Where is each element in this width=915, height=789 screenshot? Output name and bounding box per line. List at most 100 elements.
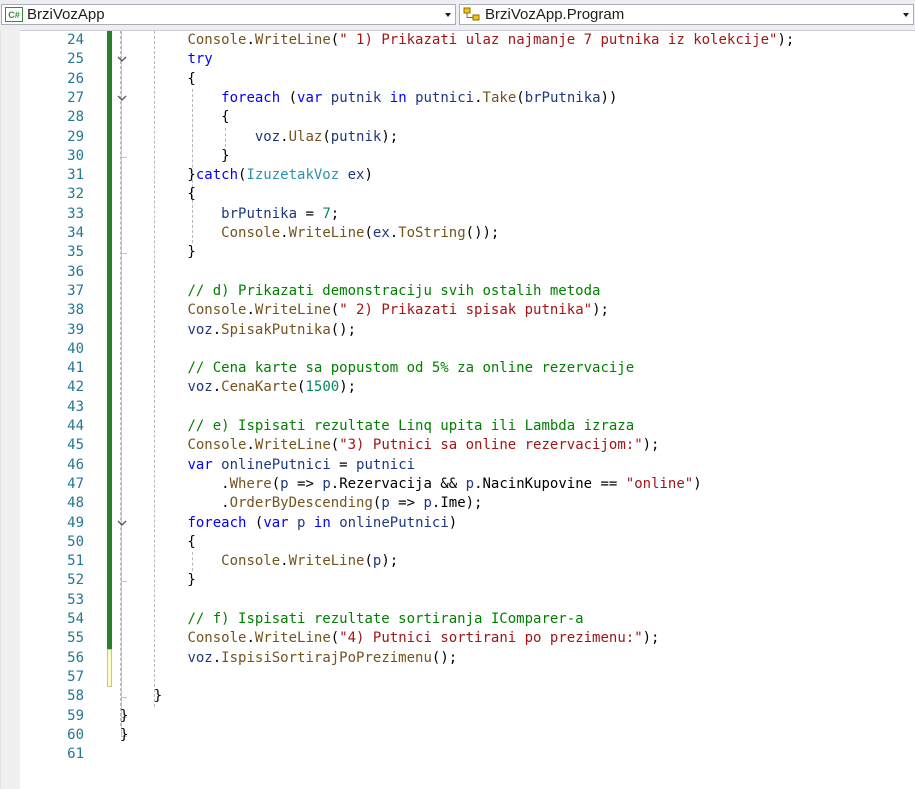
code-text: ) — [693, 475, 702, 492]
code-text: { — [120, 185, 195, 204]
code-text: { — [120, 533, 196, 550]
code-line[interactable]: 61 — [20, 745, 915, 764]
code-line[interactable]: 38 Console.WriteLine(" 2) Prikazati spis… — [20, 301, 915, 320]
string-literal: " 2) Prikazati spisak putnika" — [339, 302, 593, 319]
code-text: voz.Ulaz(putnik); — [120, 128, 398, 147]
code-line[interactable]: 26 { — [20, 70, 915, 89]
code-editor[interactable]: 24 Console.WriteLine(" 1) Prikazati ulaz… — [20, 30, 915, 789]
code-text: ( — [330, 437, 340, 454]
code-text: var onlinePutnici = putnici — [120, 456, 415, 475]
code-line[interactable]: 39 voz.SpisakPutnika(); — [20, 321, 915, 340]
method-name: SpisakPutnika — [221, 321, 331, 338]
code-text: } — [120, 147, 230, 164]
code-line[interactable]: 28 { — [20, 108, 915, 127]
code-line[interactable]: 51 Console.WriteLine(p); — [20, 552, 915, 571]
code-line[interactable]: 33 brPutnika = 7; — [20, 205, 915, 224]
code-line[interactable]: 53 — [20, 591, 915, 610]
code-text: .Rezervacija && — [330, 475, 466, 492]
code-text: => — [389, 495, 424, 512]
code-line[interactable]: 46 var onlinePutnici = putnici — [20, 456, 915, 475]
method-name: ToString — [398, 225, 466, 241]
code-line[interactable]: 47 .Where(p => p.Rezervacija && p.NacinK… — [20, 475, 915, 494]
code-text: . — [474, 89, 483, 106]
code-line[interactable]: 34 Console.WriteLine(ex.ToString()); — [20, 224, 915, 243]
code-line[interactable]: 59} — [20, 707, 915, 726]
code-text: . — [246, 630, 255, 647]
code-line[interactable]: 44 // e) Ispisati rezultate Linq upita i… — [20, 417, 915, 436]
line-number: 55 — [67, 630, 84, 647]
code-line[interactable]: 35 } — [20, 243, 915, 262]
keyword: var — [187, 456, 213, 473]
code-line[interactable]: 37 // d) Prikazati demonstraciju svih os… — [20, 282, 915, 301]
code-text: ( — [364, 225, 373, 241]
code-line[interactable]: 48 .OrderByDescending(p => p.Ime); — [20, 494, 915, 513]
identifier: voz — [187, 321, 213, 338]
code-line[interactable]: 24 Console.WriteLine(" 1) Prikazati ulaz… — [20, 31, 915, 50]
keyword: catch — [195, 167, 239, 184]
code-line[interactable]: 56 voz.IspisiSortirajPoPrezimenu(); — [20, 649, 915, 668]
line-number: 33 — [67, 205, 84, 222]
code-text: ); — [777, 32, 795, 48]
code-line[interactable]: 52 } — [20, 571, 915, 590]
code-text: ( — [330, 630, 340, 647]
code-line[interactable]: 27 foreach (var putnik in putnici.Take(b… — [20, 89, 915, 108]
code-line[interactable]: 57 — [20, 668, 915, 687]
method-name: Where — [229, 475, 272, 492]
code-line[interactable]: 49 foreach (var p in onlinePutnici) — [20, 514, 915, 533]
code-line[interactable]: 32 { — [20, 185, 915, 204]
code-text: .Ime); — [431, 495, 483, 512]
line-number: 60 — [67, 726, 84, 743]
code-line[interactable]: 25 try — [20, 50, 915, 69]
code-line[interactable]: 43 — [20, 398, 915, 417]
code-text: = — [297, 205, 323, 222]
code-text: voz.IspisiSortirajPoPrezimenu(); — [120, 649, 457, 668]
code-line[interactable]: 30 } — [20, 147, 915, 166]
code-text: . — [120, 495, 230, 512]
code-text: } — [120, 244, 196, 261]
line-number: 30 — [67, 147, 84, 164]
identifier: voz — [187, 379, 213, 396]
code-line[interactable]: 58 } — [20, 687, 915, 706]
method-name: Console — [187, 630, 247, 647]
class-dropdown[interactable]: BrziVozApp.Program — [459, 4, 914, 25]
keyword: var — [297, 89, 323, 106]
code-text: } — [120, 707, 128, 726]
method-name: WriteLine — [254, 302, 331, 319]
code-text: ( — [330, 302, 340, 319]
line-number: 36 — [67, 263, 84, 280]
code-line[interactable]: 29 voz.Ulaz(putnik); — [20, 128, 915, 147]
code-line[interactable]: 45 Console.WriteLine("3) Putnici sa onli… — [20, 436, 915, 455]
navigation-bar: C# BrziVozApp BrziVozApp.Program — [0, 0, 915, 31]
code-line[interactable]: 55 Console.WriteLine("4) Putnici sortira… — [20, 629, 915, 648]
code-line[interactable]: 54 // f) Ispisati rezultate sortiranja I… — [20, 610, 915, 629]
code-text: (); — [330, 321, 357, 338]
code-line[interactable]: 40 — [20, 340, 915, 359]
code-line[interactable]: 36 — [20, 263, 915, 282]
project-dropdown-label: BrziVozApp — [27, 6, 105, 23]
code-line[interactable]: 31 }catch(IzuzetakVoz ex) — [20, 166, 915, 185]
chevron-down-icon[interactable] — [903, 13, 909, 17]
code-line[interactable]: 41 // Cena karte sa popustom od 5% za on… — [20, 359, 915, 378]
code-text: Console.WriteLine("3) Putnici sa online … — [120, 436, 659, 455]
code-text: ) — [448, 514, 458, 531]
chevron-down-icon[interactable] — [445, 13, 451, 17]
code-line[interactable]: 42 voz.CenaKarte(1500); — [20, 378, 915, 397]
code-line[interactable]: 60} — [20, 726, 915, 745]
code-text: } — [120, 243, 196, 262]
project-dropdown[interactable]: C# BrziVozApp — [1, 4, 456, 25]
identifier: putnik — [330, 128, 382, 145]
code-text: } — [120, 726, 129, 743]
method-name: Console — [187, 302, 247, 319]
code-line[interactable]: 50 { — [20, 533, 915, 552]
code-text: . — [212, 649, 222, 666]
method-name: Console — [221, 553, 281, 570]
code-text: }catch(IzuzetakVoz ex) — [120, 166, 372, 185]
keyword: in — [389, 89, 407, 106]
